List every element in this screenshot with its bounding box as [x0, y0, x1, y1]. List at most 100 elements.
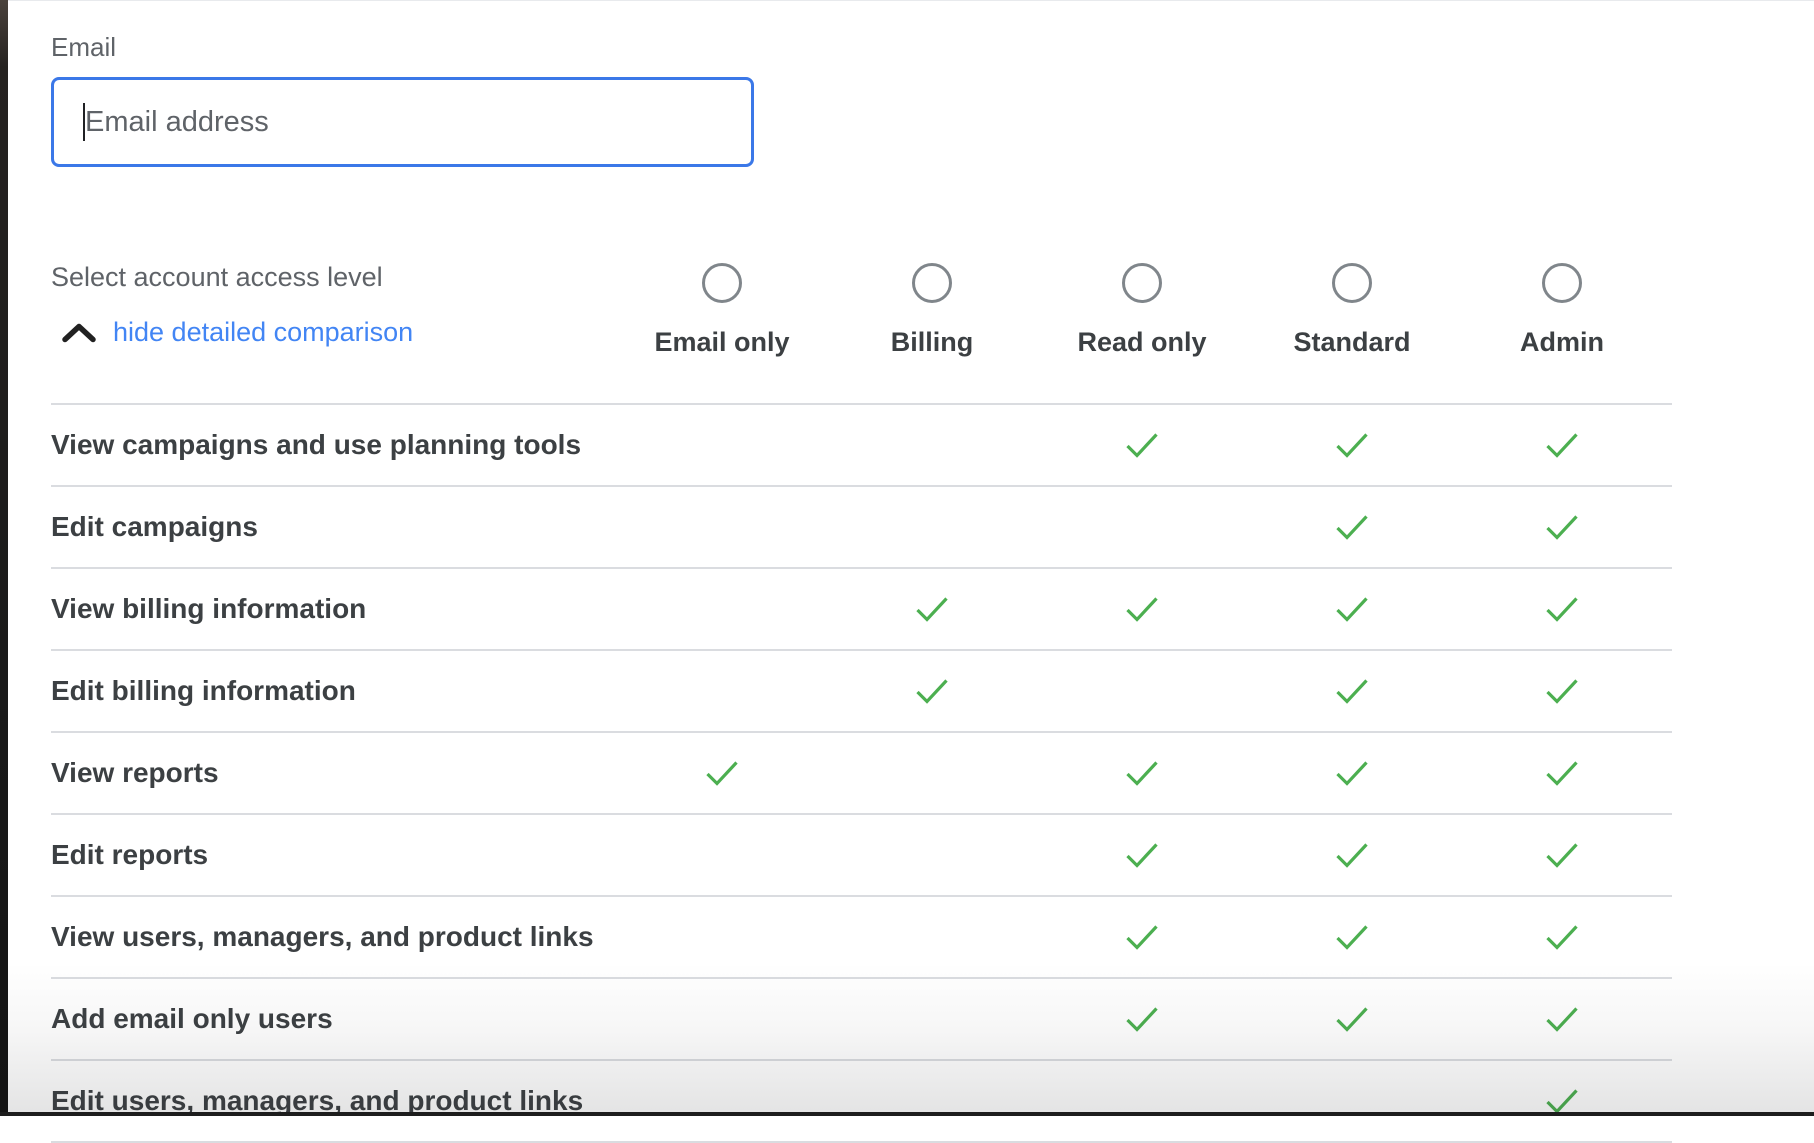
check-cell-standard	[1247, 733, 1457, 813]
access-level-label-billing: Billing	[891, 326, 974, 359]
access-comparison-table: View campaigns and use planning tools Ed…	[51, 403, 1672, 1143]
toggle-comparison-link[interactable]: hide detailed comparison	[61, 316, 617, 349]
check-cell-standard	[1247, 569, 1457, 649]
access-title-cell: Select account access level hide detaile…	[51, 248, 617, 359]
check-cell-standard	[1247, 405, 1457, 485]
table-row-edit-users-managers-and-product-links: Edit users, managers, and product links	[51, 1061, 1672, 1143]
check-cell-email-only	[617, 569, 827, 649]
check-cell-read-only	[1037, 815, 1247, 895]
check-cell-email-only	[617, 815, 827, 895]
feature-label: View reports	[51, 757, 617, 789]
checkmark-icon	[1334, 677, 1370, 705]
toggle-comparison-label: hide detailed comparison	[113, 316, 413, 349]
check-cell-read-only	[1037, 897, 1247, 977]
email-input[interactable]	[85, 106, 675, 139]
feature-label: View billing information	[51, 593, 617, 625]
checkmark-icon	[1124, 431, 1160, 459]
table-row-edit-campaigns: Edit campaigns	[51, 487, 1672, 569]
access-level-column-billing: Billing	[827, 248, 1037, 359]
checkmark-icon	[1544, 1087, 1580, 1115]
checkmark-icon	[1544, 841, 1580, 869]
radio-read-only[interactable]	[1122, 263, 1162, 303]
check-cell-admin	[1457, 979, 1667, 1059]
check-cell-admin	[1457, 569, 1667, 649]
checkmark-icon	[1124, 595, 1160, 623]
table-row-add-email-only-users: Add email only users	[51, 979, 1672, 1061]
access-level-column-admin: Admin	[1457, 248, 1667, 359]
check-cell-email-only	[617, 979, 827, 1059]
radio-billing[interactable]	[912, 263, 952, 303]
checkmark-icon	[1124, 841, 1160, 869]
feature-label: Edit reports	[51, 839, 617, 871]
access-level-column-email-only: Email only	[617, 248, 827, 359]
check-cell-email-only	[617, 651, 827, 731]
check-cell-email-only	[617, 733, 827, 813]
checkmark-icon	[914, 677, 950, 705]
access-level-label-read-only: Read only	[1077, 326, 1206, 359]
check-cell-email-only	[617, 897, 827, 977]
checkmark-icon	[1544, 677, 1580, 705]
radio-standard[interactable]	[1332, 263, 1372, 303]
email-input-box[interactable]	[51, 77, 754, 167]
text-cursor	[83, 103, 85, 141]
check-cell-admin	[1457, 487, 1667, 567]
table-row-view-reports: View reports	[51, 733, 1672, 815]
checkmark-icon	[1124, 923, 1160, 951]
feature-label: View campaigns and use planning tools	[51, 429, 617, 461]
checkmark-icon	[1334, 513, 1370, 541]
check-cell-billing	[827, 733, 1037, 813]
access-level-header: Select account access level hide detaile…	[51, 248, 1672, 359]
check-cell-standard	[1247, 897, 1457, 977]
access-level-label-standard: Standard	[1293, 326, 1410, 359]
check-cell-email-only	[617, 487, 827, 567]
access-level-label-email-only: Email only	[654, 326, 789, 359]
check-cell-billing	[827, 487, 1037, 567]
check-cell-billing	[827, 651, 1037, 731]
invite-user-panel: Email Select account access level hide d…	[51, 0, 1672, 1143]
checkmark-icon	[1334, 1005, 1370, 1033]
email-label: Email	[51, 30, 1672, 64]
feature-label: Edit billing information	[51, 675, 617, 707]
window-bottom-edge	[0, 1112, 1814, 1116]
feature-label: Edit campaigns	[51, 511, 617, 543]
checkmark-icon	[1334, 759, 1370, 787]
checkmark-icon	[1124, 759, 1160, 787]
check-cell-billing	[827, 569, 1037, 649]
check-cell-read-only	[1037, 569, 1247, 649]
checkmark-icon	[1544, 759, 1580, 787]
check-cell-admin	[1457, 733, 1667, 813]
access-level-column-read-only: Read only	[1037, 248, 1247, 359]
check-cell-standard	[1247, 979, 1457, 1059]
table-row-view-users-managers-and-product-links: View users, managers, and product links	[51, 897, 1672, 979]
check-cell-admin	[1457, 815, 1667, 895]
check-cell-standard	[1247, 487, 1457, 567]
checkmark-icon	[1544, 595, 1580, 623]
access-level-label-admin: Admin	[1520, 326, 1604, 359]
check-cell-admin	[1457, 651, 1667, 731]
check-cell-billing	[827, 815, 1037, 895]
check-cell-standard	[1247, 815, 1457, 895]
checkmark-icon	[1124, 1005, 1160, 1033]
table-row-view-campaigns-and-use-planning-tools: View campaigns and use planning tools	[51, 405, 1672, 487]
table-row-edit-billing-information: Edit billing information	[51, 651, 1672, 733]
access-level-title: Select account access level	[51, 260, 617, 294]
checkmark-icon	[1334, 431, 1370, 459]
check-cell-read-only	[1037, 487, 1247, 567]
check-cell-read-only	[1037, 1061, 1247, 1141]
checkmark-icon	[704, 759, 740, 787]
check-cell-billing	[827, 405, 1037, 485]
checkmark-icon	[1544, 431, 1580, 459]
access-level-column-standard: Standard	[1247, 248, 1457, 359]
check-cell-admin	[1457, 897, 1667, 977]
radio-admin[interactable]	[1542, 263, 1582, 303]
feature-label: View users, managers, and product links	[51, 921, 617, 953]
radio-email-only[interactable]	[702, 263, 742, 303]
checkmark-icon	[1334, 841, 1370, 869]
window-left-edge	[0, 0, 8, 1116]
table-row-view-billing-information: View billing information	[51, 569, 1672, 651]
check-cell-read-only	[1037, 979, 1247, 1059]
check-cell-standard	[1247, 1061, 1457, 1141]
check-cell-read-only	[1037, 405, 1247, 485]
feature-label: Add email only users	[51, 1003, 617, 1035]
check-cell-email-only	[617, 405, 827, 485]
